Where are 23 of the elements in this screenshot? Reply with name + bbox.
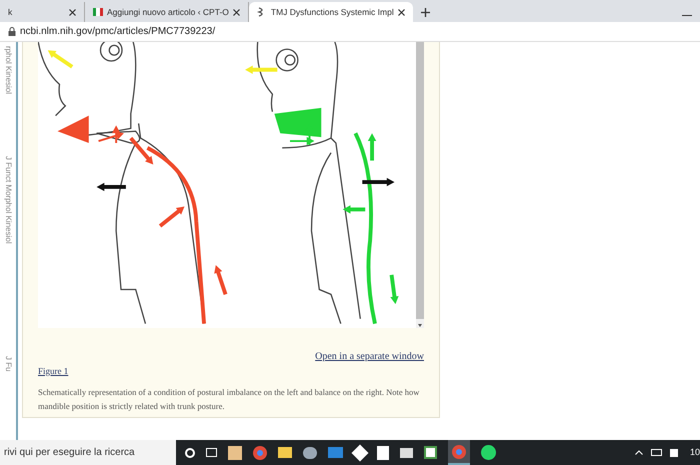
task-view-icon[interactable] [206, 448, 217, 457]
tab-title: Aggiungi nuovo articolo ‹ CPT-O [107, 6, 229, 18]
down-arrow-icon[interactable] [416, 323, 424, 328]
clock-text: 10 [690, 446, 700, 459]
open-window-link[interactable]: Open in a separate window [315, 349, 424, 364]
figure-caption: Schematically representation of a condition of postural imbalance on the left and balance on the right. Note how mandible position is strictly related with trunk posture. [38, 386, 420, 412]
url-text: ncbi.nlm.nih.gov/pmc/articles/PMC7739223/ [20, 25, 216, 39]
sidebar-tab[interactable]: rphol Kinesiol [0, 42, 18, 152]
flag-icon [93, 8, 103, 16]
caret-icon[interactable] [634, 450, 643, 455]
tab-title: TMJ Dysfunctions Systemic Impl [270, 6, 394, 18]
close-icon[interactable] [232, 8, 240, 16]
plus-icon[interactable] [420, 8, 430, 17]
close-icon[interactable] [69, 8, 76, 16]
close-icon[interactable] [398, 8, 405, 16]
browser-tab[interactable]: TMJ Dysfunctions Systemic Impl [248, 2, 413, 22]
scrollbar[interactable] [416, 42, 424, 328]
tab-title: k [8, 6, 14, 18]
chat-icon[interactable] [481, 445, 496, 460]
search-field[interactable]: rivi qui per eseguire la ricerca [0, 440, 176, 465]
sidebar-tab[interactable]: J Funct Morphol Kinesiol [0, 152, 18, 352]
figure-link[interactable]: Figure 1 [38, 365, 68, 378]
lock-icon [8, 27, 16, 36]
